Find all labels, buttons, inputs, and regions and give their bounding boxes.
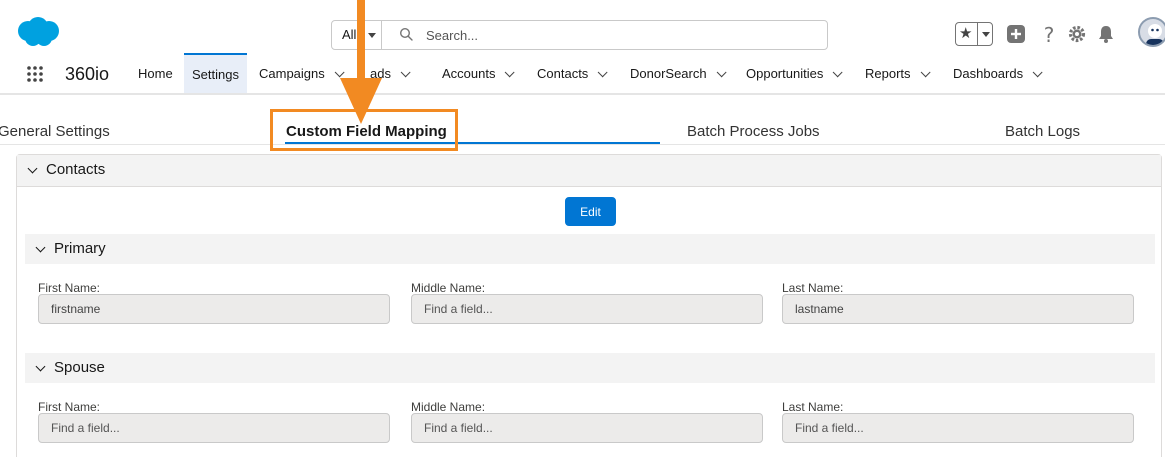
search-icon [399,27,413,41]
field-label-spouse-middle-name: Middle Name: [411,400,486,414]
help-icon[interactable]: ? [1038,23,1060,45]
search-input[interactable] [426,24,806,46]
top-rule [0,0,1165,8]
spouse-middle-name-field[interactable] [411,413,763,443]
chevron-down-icon[interactable] [832,67,843,78]
caret-down-icon [982,32,990,37]
nav-item-contacts[interactable]: Contacts [537,55,608,93]
spouse-first-name-field[interactable] [38,413,390,443]
global-search[interactable]: All [331,20,828,50]
app-name: 360io [65,64,110,84]
tabs-divider [0,144,1165,145]
user-avatar-icon [1146,24,1164,45]
field-label-primary-middle-name: Middle Name: [411,281,486,295]
nav-item-label: Contacts [537,66,589,81]
chevron-down-icon[interactable] [597,67,608,78]
settings-tabs: General Settings Custom Field Mapping Ba… [0,113,1165,146]
chevron-down-icon[interactable] [35,361,46,372]
card-title: Contacts [46,161,106,178]
nav-item-label: Dashboards [953,66,1024,81]
contacts-card: Contacts Edit Primary First Name: Middle… [16,154,1162,457]
field-label-primary-first-name: First Name: [38,281,101,295]
nav-item-label: Accounts [442,66,496,81]
add-icon[interactable] [1005,23,1027,45]
chevron-down-icon[interactable] [505,67,516,78]
nav-item-home[interactable]: Home [138,55,173,93]
edit-button[interactable]: Edit [565,197,616,226]
star-icon: ★ [959,25,973,42]
chevron-down-icon[interactable] [920,67,931,78]
primary-last-name-field[interactable] [782,294,1134,324]
salesforce-cloud-icon[interactable] [15,16,61,48]
nav-item-campaigns[interactable]: Campaigns [259,55,345,93]
tab-batch-logs[interactable]: Batch Logs [1005,123,1080,140]
nav-item-label: Reports [865,66,911,81]
section-header-spouse[interactable]: Spouse [25,353,1155,383]
app-nav-bar: 360io Home Settings Campaigns ads Accoun… [0,53,1165,95]
global-header: All ★ ? [0,0,1165,55]
section-header-primary[interactable]: Primary [25,234,1155,264]
nav-item-donorsearch[interactable]: DonorSearch [630,55,727,93]
tab-batch-process-jobs[interactable]: Batch Process Jobs [687,123,820,140]
spouse-last-name-field[interactable] [782,413,1134,443]
nav-item-label: DonorSearch [630,66,707,81]
chevron-down-icon[interactable] [1032,67,1043,78]
nav-item-label: Settings [192,67,239,82]
tab-general-settings[interactable]: General Settings [0,123,110,140]
field-label-primary-last-name: Last Name: [782,281,844,295]
primary-first-name-field[interactable] [38,294,390,324]
nav-item-label: Campaigns [259,66,325,81]
field-label-spouse-last-name: Last Name: [782,400,844,414]
favorites-button[interactable]: ★ [955,22,993,46]
avatar[interactable] [1138,17,1165,47]
nav-item-reports[interactable]: Reports [865,55,931,93]
nav-item-label: Home [138,66,173,81]
chevron-down-icon[interactable] [35,242,46,253]
field-label-spouse-first-name: First Name: [38,400,101,414]
annotation-arrow-icon [340,0,382,124]
app-launcher-icon[interactable] [26,65,44,83]
setup-gear-icon[interactable] [1066,23,1088,45]
contacts-card-header[interactable]: Contacts [17,155,1161,187]
bell-icon[interactable] [1095,23,1117,45]
chevron-down-icon[interactable] [400,67,411,78]
section-title: Primary [54,240,106,257]
chevron-down-icon[interactable] [27,163,38,174]
nav-item-dashboards[interactable]: Dashboards [953,55,1043,93]
nav-item-opportunities[interactable]: Opportunities [746,55,843,93]
section-title: Spouse [54,359,105,376]
favorites-divider [977,23,978,45]
svg-text:?: ? [1044,23,1055,45]
nav-item-label: Opportunities [746,66,824,81]
chevron-down-icon[interactable] [716,67,727,78]
nav-item-accounts[interactable]: Accounts [442,55,516,93]
nav-item-settings[interactable]: Settings [184,53,247,93]
primary-middle-name-field[interactable] [411,294,763,324]
